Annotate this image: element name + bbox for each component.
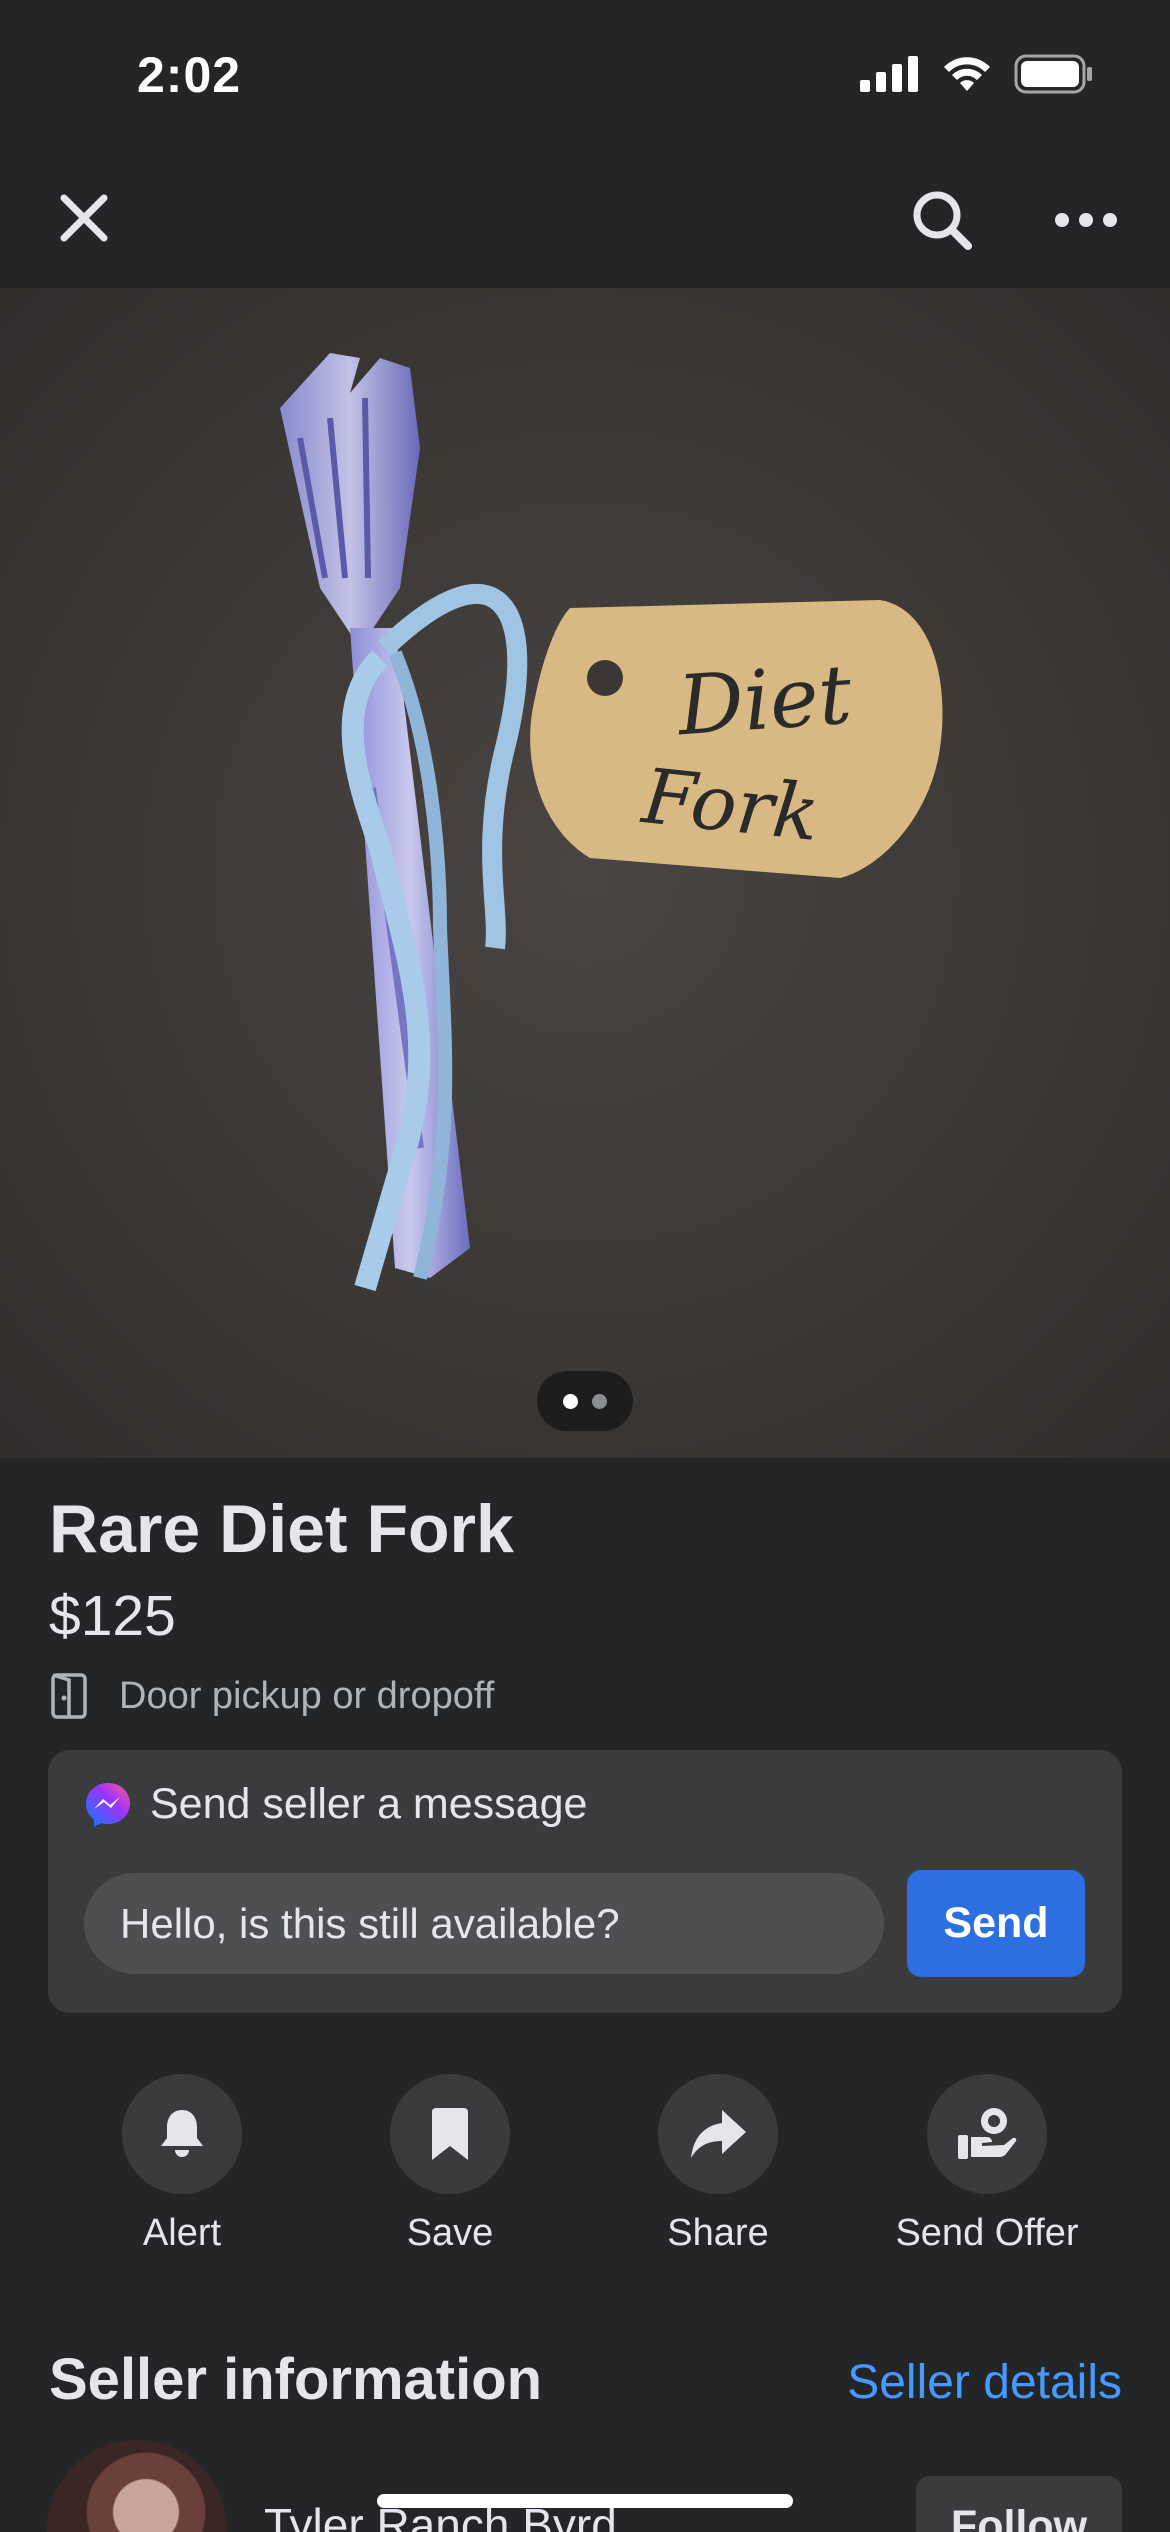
page-dot-1[interactable] bbox=[563, 1393, 578, 1409]
bell-icon bbox=[161, 2110, 203, 2157]
tag-text-line2: Fork bbox=[636, 751, 823, 858]
save-button[interactable]: Save bbox=[310, 2074, 590, 2255]
top-bar bbox=[0, 150, 1170, 288]
wifi-icon bbox=[944, 57, 990, 91]
send-offer-label: Send Offer bbox=[895, 2212, 1079, 2254]
fork-photo-image: Diet Fork bbox=[0, 288, 1170, 1458]
save-circle bbox=[390, 2074, 510, 2194]
message-header: Send seller a message bbox=[84, 1780, 587, 1829]
share-arrow-icon bbox=[691, 2110, 746, 2158]
save-label: Save bbox=[406, 2212, 494, 2254]
close-icon bbox=[60, 194, 108, 242]
send-button[interactable]: Send bbox=[907, 1870, 1085, 1977]
seller-details-link[interactable]: Seller details bbox=[847, 2355, 1122, 2410]
offer-hand-icon bbox=[958, 2108, 1017, 2159]
door-icon bbox=[51, 1673, 87, 1719]
follow-button[interactable]: Follow bbox=[916, 2476, 1122, 2532]
message-seller-card: Send seller a message Send bbox=[48, 1750, 1122, 2013]
page-dot-2[interactable] bbox=[592, 1393, 607, 1409]
alert-circle bbox=[122, 2074, 242, 2194]
more-horizontal-icon bbox=[1055, 213, 1117, 227]
share-label: Share bbox=[667, 2212, 769, 2254]
search-icon bbox=[913, 191, 972, 250]
status-bar: 2:02 bbox=[0, 0, 1170, 150]
share-circle bbox=[658, 2074, 778, 2194]
share-button[interactable]: Share bbox=[578, 2074, 858, 2255]
listing-title: Rare Diet Fork bbox=[49, 1491, 514, 1567]
pickup-row: Door pickup or dropoff bbox=[49, 1672, 494, 1720]
seller-avatar[interactable] bbox=[47, 2440, 227, 2532]
message-input[interactable] bbox=[84, 1873, 884, 1974]
status-icons bbox=[860, 54, 1094, 94]
bookmark-icon bbox=[432, 2108, 468, 2160]
search-button[interactable] bbox=[902, 180, 982, 260]
home-indicator[interactable] bbox=[377, 2494, 793, 2508]
seller-information-heading: Seller information bbox=[49, 2347, 543, 2412]
status-time: 2:02 bbox=[137, 47, 242, 103]
cellular-signal-icon bbox=[860, 56, 918, 92]
more-options-button[interactable] bbox=[1046, 180, 1126, 260]
pickup-text: Door pickup or dropoff bbox=[119, 1674, 495, 1717]
send-offer-button[interactable]: Send Offer bbox=[847, 2074, 1127, 2255]
listing-price: $125 bbox=[49, 1584, 176, 1648]
send-offer-circle bbox=[927, 2074, 1047, 2194]
battery-icon bbox=[1014, 54, 1092, 94]
photo-page-indicator[interactable] bbox=[537, 1371, 633, 1431]
action-bar: Alert Save Share Send Offer bbox=[0, 2074, 1170, 2254]
close-button[interactable] bbox=[48, 182, 120, 254]
alert-button[interactable]: Alert bbox=[42, 2074, 322, 2255]
message-header-label: Send seller a message bbox=[150, 1780, 588, 1828]
alert-label: Alert bbox=[142, 2212, 222, 2254]
listing-photo[interactable]: Diet Fork bbox=[0, 288, 1170, 1458]
tag-text-line1: Diet bbox=[673, 647, 856, 754]
messenger-icon bbox=[86, 1782, 130, 1827]
